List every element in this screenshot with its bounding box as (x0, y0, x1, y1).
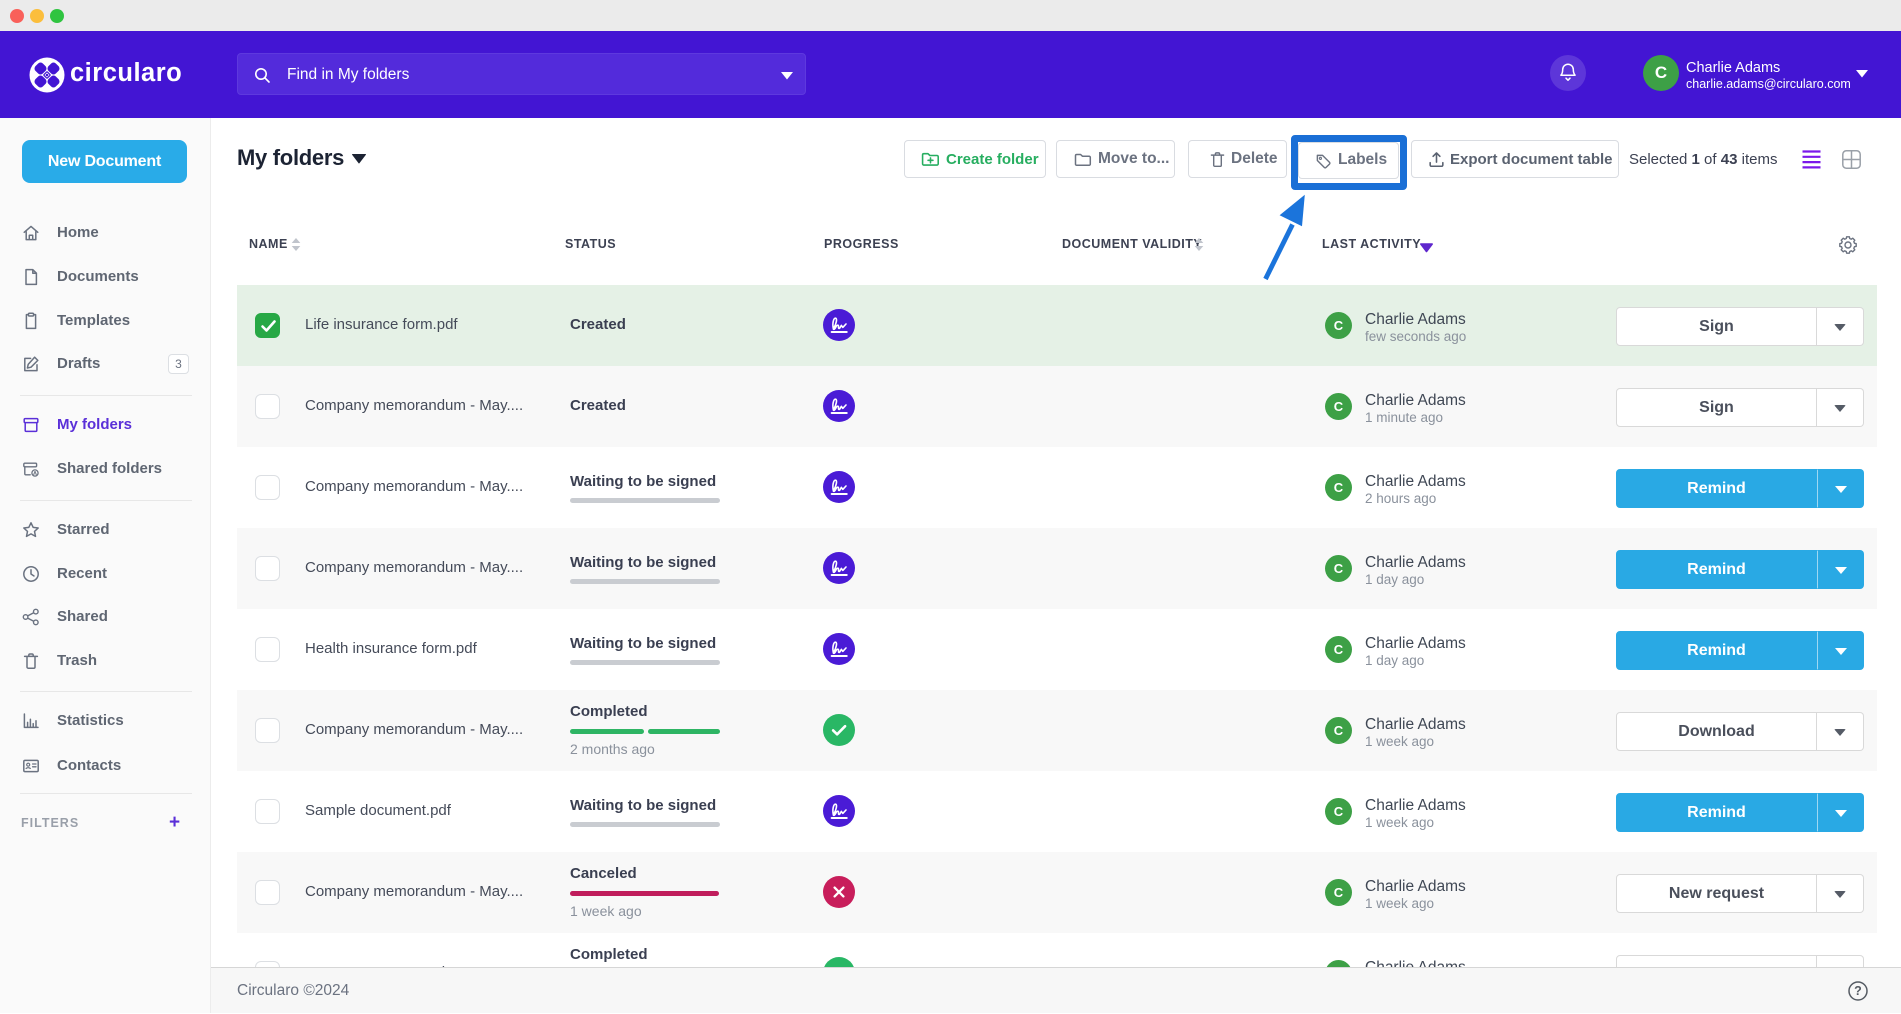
svg-text:?: ? (1854, 984, 1862, 998)
